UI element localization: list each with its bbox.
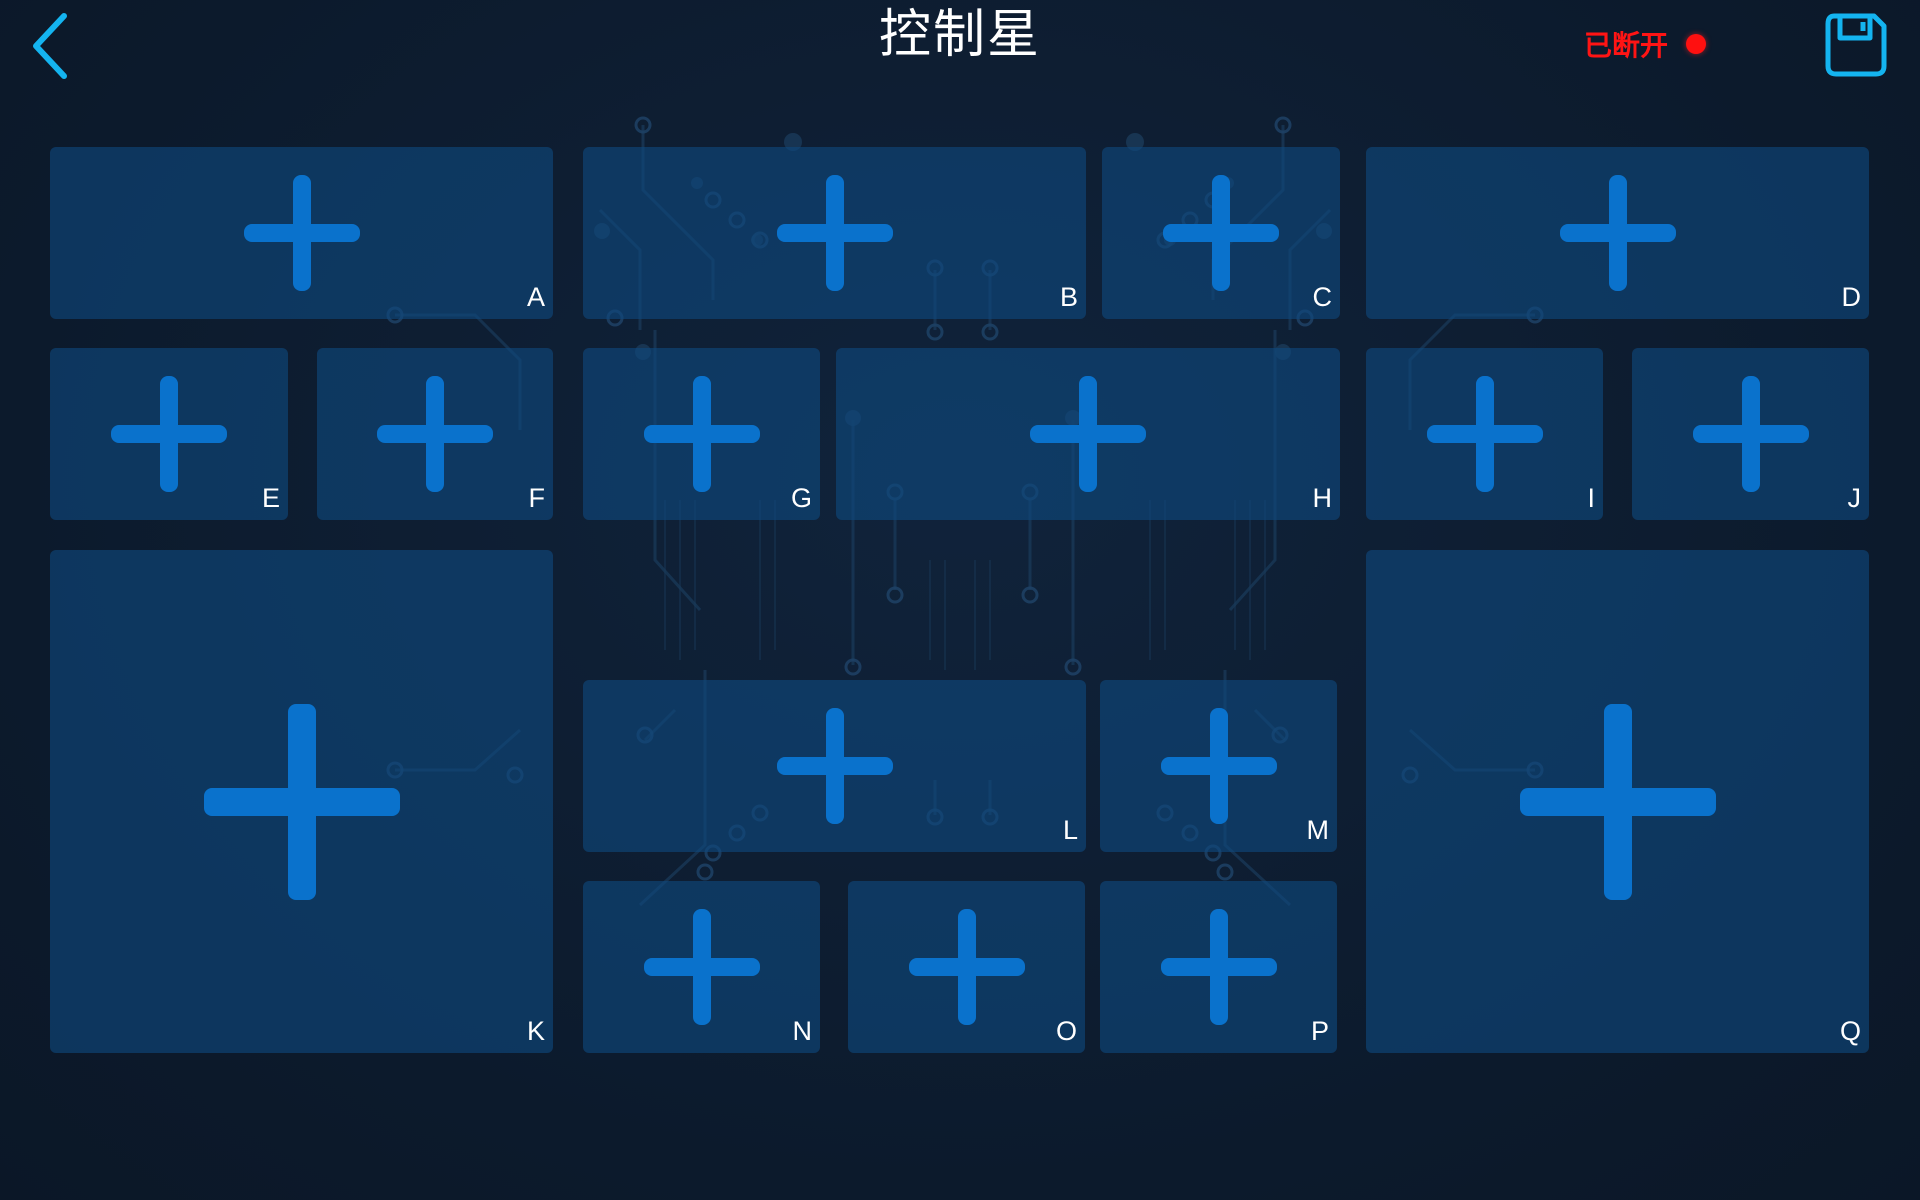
slot-label: N xyxy=(792,1016,813,1046)
control-panel-screen: 控制星 已断开 A B C D E F G H I J K Q L M N O … xyxy=(0,0,1920,1200)
slot-label: A xyxy=(526,282,545,312)
control-slot-e[interactable]: E xyxy=(50,348,288,520)
control-slot-g[interactable]: G xyxy=(583,348,820,520)
slot-label: E xyxy=(261,483,280,513)
slot-label: K xyxy=(526,1016,545,1046)
control-slot-f[interactable]: F xyxy=(317,348,553,520)
control-slot-i[interactable]: I xyxy=(1366,348,1603,520)
save-button[interactable] xyxy=(1824,12,1888,78)
slot-label: I xyxy=(1587,483,1595,513)
slot-label: G xyxy=(790,483,812,513)
slot-label: F xyxy=(528,483,546,513)
control-slot-c[interactable]: C xyxy=(1102,147,1340,319)
control-slot-l[interactable]: L xyxy=(583,680,1086,852)
slot-label: D xyxy=(1841,282,1862,312)
slot-label: O xyxy=(1055,1016,1077,1046)
floppy-disk-icon xyxy=(1825,13,1887,77)
control-slot-n[interactable]: N xyxy=(583,881,820,1053)
connection-status: 已断开 xyxy=(1584,24,1707,64)
slot-label: C xyxy=(1312,282,1333,312)
control-slot-h[interactable]: H xyxy=(836,348,1340,520)
control-slot-a[interactable]: A xyxy=(50,147,553,319)
slot-label: L xyxy=(1062,815,1078,845)
status-indicator-dot xyxy=(1686,34,1707,54)
slot-label: H xyxy=(1312,483,1333,513)
control-slot-o[interactable]: O xyxy=(848,881,1085,1053)
control-slot-p[interactable]: P xyxy=(1100,881,1337,1053)
slot-label: J xyxy=(1847,483,1862,513)
control-slot-m[interactable]: M xyxy=(1100,680,1337,852)
control-slot-q[interactable]: Q xyxy=(1366,550,1869,1053)
connection-status-text: 已断开 xyxy=(1584,30,1669,61)
control-slot-d[interactable]: D xyxy=(1366,147,1869,319)
slot-label: Q xyxy=(1839,1016,1861,1046)
slot-label: M xyxy=(1306,815,1330,845)
control-slot-k[interactable]: K xyxy=(50,550,553,1053)
slot-label: P xyxy=(1310,1016,1329,1046)
control-slot-b[interactable]: B xyxy=(583,147,1086,319)
slot-label: B xyxy=(1059,282,1078,312)
control-slot-j[interactable]: J xyxy=(1632,348,1869,520)
